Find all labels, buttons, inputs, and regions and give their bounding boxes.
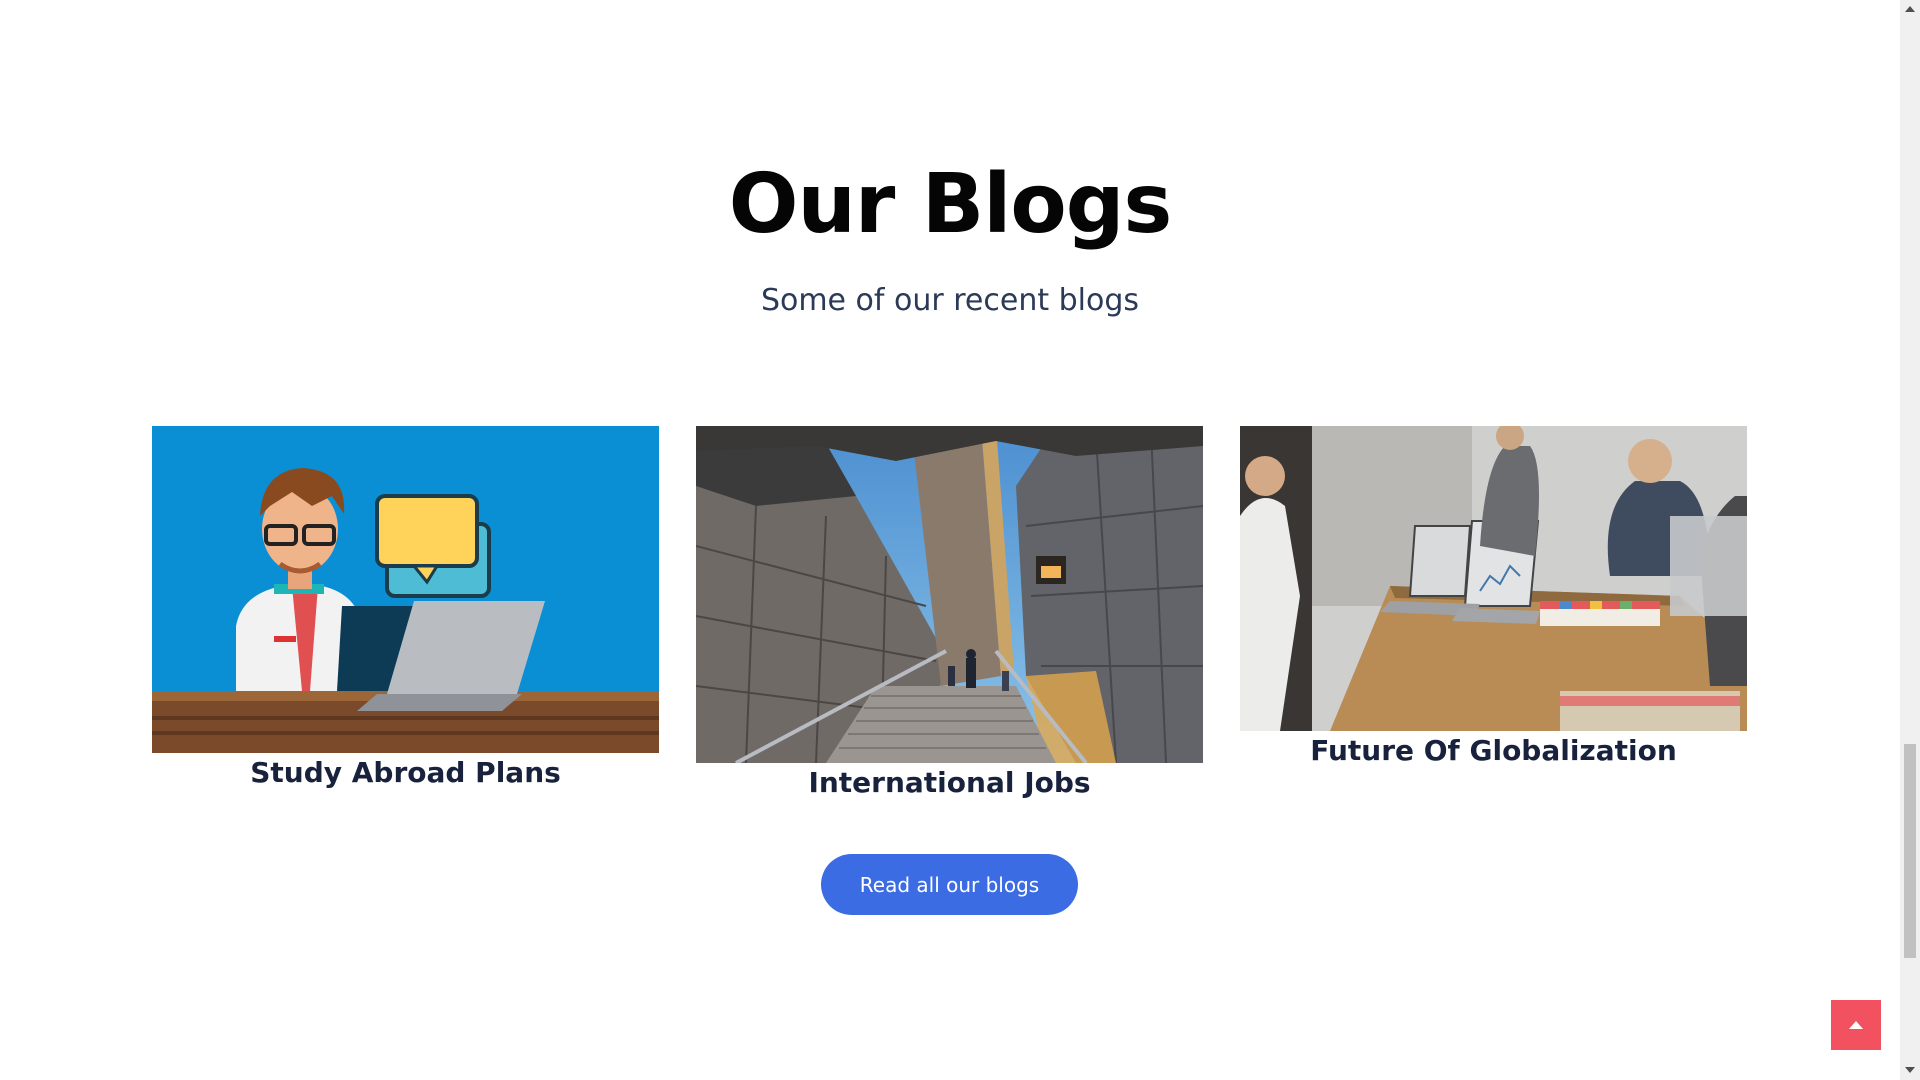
blog-card-study-abroad: Study Abroad Plans [152, 426, 659, 793]
section-subtitle: Some of our recent blogs [760, 283, 1140, 318]
blog-title-globalization[interactable]: Future Of Globalization [1240, 731, 1747, 771]
page-scrollbar[interactable] [1900, 0, 1920, 1080]
page: Our Blogs Some of our recent blogs Study… [0, 0, 1920, 1080]
blog-title-study-abroad[interactable]: Study Abroad Plans [152, 753, 659, 793]
blog-image-study-abroad[interactable] [152, 426, 659, 753]
back-to-top-button[interactable] [1831, 1000, 1881, 1050]
blog-image-international-jobs[interactable] [696, 426, 1203, 763]
arrow-up-icon [1849, 1021, 1863, 1029]
scroll-up-arrow-icon[interactable] [1905, 6, 1915, 12]
blog-card-globalization: Future Of Globalization [1240, 426, 1747, 771]
blog-title-international-jobs[interactable]: International Jobs [696, 763, 1203, 803]
blog-card-international-jobs: International Jobs [696, 426, 1203, 803]
blog-image-globalization[interactable] [1240, 426, 1747, 731]
blogs-section: Our Blogs Some of our recent blogs Study… [0, 0, 1900, 1080]
read-all-blogs-button[interactable]: Read all our blogs [821, 854, 1078, 915]
scroll-thumb[interactable] [1904, 744, 1916, 958]
scroll-down-arrow-icon[interactable] [1905, 1067, 1915, 1073]
section-title: Our Blogs [728, 157, 1173, 252]
